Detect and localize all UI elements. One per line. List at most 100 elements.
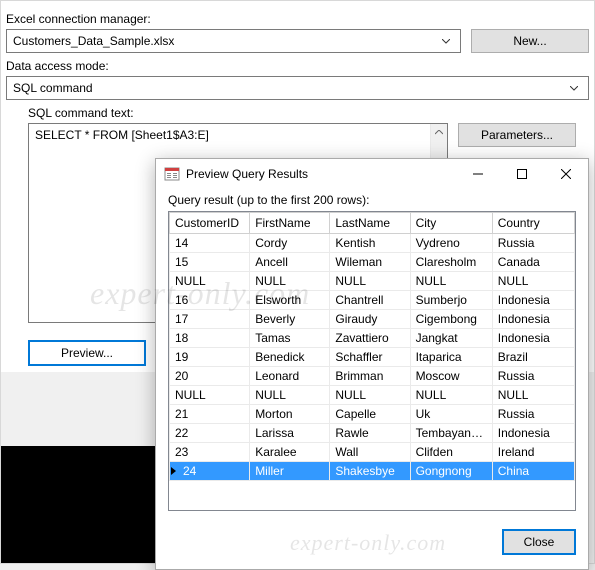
excel-conn-dropdown[interactable]: Customers_Data_Sample.xlsx: [6, 29, 461, 53]
table-cell: Russia: [492, 367, 574, 386]
table-cell: NULL: [492, 386, 574, 405]
table-cell: Jangkat: [410, 329, 492, 348]
titlebar: Preview Query Results: [156, 159, 588, 189]
minimize-button[interactable]: [456, 159, 500, 189]
table-cell: NULL: [330, 272, 410, 291]
table-cell: Larissa: [250, 424, 330, 443]
table-cell: NULL: [250, 386, 330, 405]
table-cell: 17: [170, 310, 250, 329]
column-header[interactable]: City: [410, 213, 492, 234]
table-row[interactable]: 19BenedickSchafflerItaparicaBrazil: [170, 348, 575, 367]
table-cell: Brazil: [492, 348, 574, 367]
app-icon: [164, 166, 180, 182]
table-row[interactable]: 16ElsworthChantrellSumberjoIndonesia: [170, 291, 575, 310]
table-cell: NULL: [330, 386, 410, 405]
table-cell: 16: [170, 291, 250, 310]
table-cell: 18: [170, 329, 250, 348]
chevron-down-icon: [566, 80, 582, 96]
parameters-button[interactable]: Parameters...: [458, 123, 576, 147]
table-cell: 21: [170, 405, 250, 424]
table-row[interactable]: 18TamasZavattieroJangkatIndonesia: [170, 329, 575, 348]
table-row[interactable]: 15AncellWilemanClaresholmCanada: [170, 253, 575, 272]
table-cell: Russia: [492, 405, 574, 424]
table-cell: Indonesia: [492, 424, 574, 443]
table-row[interactable]: 17BeverlyGiraudyCigembongIndonesia: [170, 310, 575, 329]
table-cell: Clifden: [410, 443, 492, 462]
data-access-label: Data access mode:: [6, 59, 589, 73]
table-cell: Wileman: [330, 253, 410, 272]
data-access-dropdown[interactable]: SQL command: [6, 76, 589, 100]
table-cell: Tembayanga...: [410, 424, 492, 443]
table-cell: Rawle: [330, 424, 410, 443]
maximize-button[interactable]: [500, 159, 544, 189]
table-row[interactable]: 21MortonCapelleUkRussia: [170, 405, 575, 424]
table-cell: Canada: [492, 253, 574, 272]
table-cell: Uk: [410, 405, 492, 424]
table-cell: Brimman: [330, 367, 410, 386]
table-cell: NULL: [170, 386, 250, 405]
table-cell: Cordy: [250, 234, 330, 253]
table-cell: 14: [170, 234, 250, 253]
table-row[interactable]: 22LarissaRawleTembayanga...Indonesia: [170, 424, 575, 443]
table-row[interactable]: 24MillerShakesbyeGongnongChina: [170, 462, 575, 481]
table-cell: Russia: [492, 234, 574, 253]
chevron-down-icon: [438, 33, 454, 49]
table-cell: China: [492, 462, 574, 481]
table-cell: 19: [170, 348, 250, 367]
table-cell: 20: [170, 367, 250, 386]
table-cell: Chantrell: [330, 291, 410, 310]
table-cell: Moscow: [410, 367, 492, 386]
table-cell: Leonard: [250, 367, 330, 386]
table-cell: Elsworth: [250, 291, 330, 310]
excel-conn-value: Customers_Data_Sample.xlsx: [13, 34, 174, 48]
new-button[interactable]: New...: [471, 29, 589, 53]
table-cell: Gongnong: [410, 462, 492, 481]
excel-conn-label: Excel connection manager:: [6, 12, 589, 26]
table-cell: NULL: [410, 272, 492, 291]
table-cell: NULL: [170, 272, 250, 291]
table-cell: 22: [170, 424, 250, 443]
table-cell: Miller: [250, 462, 330, 481]
column-header[interactable]: Country: [492, 213, 574, 234]
table-cell: Beverly: [250, 310, 330, 329]
table-cell: Vydreno: [410, 234, 492, 253]
table-cell: Benedick: [250, 348, 330, 367]
table-cell: Karalee: [250, 443, 330, 462]
preview-button[interactable]: Preview...: [28, 340, 146, 366]
result-grid[interactable]: CustomerIDFirstNameLastNameCityCountry 1…: [168, 211, 576, 511]
sql-text-label: SQL command text:: [28, 106, 589, 120]
dark-region: [0, 446, 160, 564]
table-cell: Itaparica: [410, 348, 492, 367]
table-cell: Tamas: [250, 329, 330, 348]
table-row[interactable]: 23KaraleeWallClifdenIreland: [170, 443, 575, 462]
table-row[interactable]: 14CordyKentishVydrenoRussia: [170, 234, 575, 253]
table-cell: Zavattiero: [330, 329, 410, 348]
table-cell: 23: [170, 443, 250, 462]
column-header[interactable]: CustomerID: [170, 213, 250, 234]
table-cell: Wall: [330, 443, 410, 462]
table-row[interactable]: 20LeonardBrimmanMoscowRussia: [170, 367, 575, 386]
query-subtitle: Query result (up to the first 200 rows):: [168, 193, 576, 207]
table-cell: NULL: [492, 272, 574, 291]
table-cell: Morton: [250, 405, 330, 424]
table-cell: Kentish: [330, 234, 410, 253]
table-cell: Capelle: [330, 405, 410, 424]
table-cell: Ireland: [492, 443, 574, 462]
table-row[interactable]: NULLNULLNULLNULLNULL: [170, 272, 575, 291]
table-cell: Sumberjo: [410, 291, 492, 310]
table-cell: Giraudy: [330, 310, 410, 329]
table-row[interactable]: NULLNULLNULLNULLNULL: [170, 386, 575, 405]
table-cell: Ancell: [250, 253, 330, 272]
dialog-title: Preview Query Results: [186, 167, 456, 181]
table-cell: Shakesbye: [330, 462, 410, 481]
table-cell: Indonesia: [492, 291, 574, 310]
close-icon[interactable]: [544, 159, 588, 189]
close-button[interactable]: Close: [502, 529, 576, 555]
table-cell: 24: [170, 462, 250, 481]
column-header[interactable]: FirstName: [250, 213, 330, 234]
table-cell: Indonesia: [492, 310, 574, 329]
data-access-value: SQL command: [13, 81, 93, 95]
column-header[interactable]: LastName: [330, 213, 410, 234]
table-cell: Indonesia: [492, 329, 574, 348]
table-cell: Cigembong: [410, 310, 492, 329]
